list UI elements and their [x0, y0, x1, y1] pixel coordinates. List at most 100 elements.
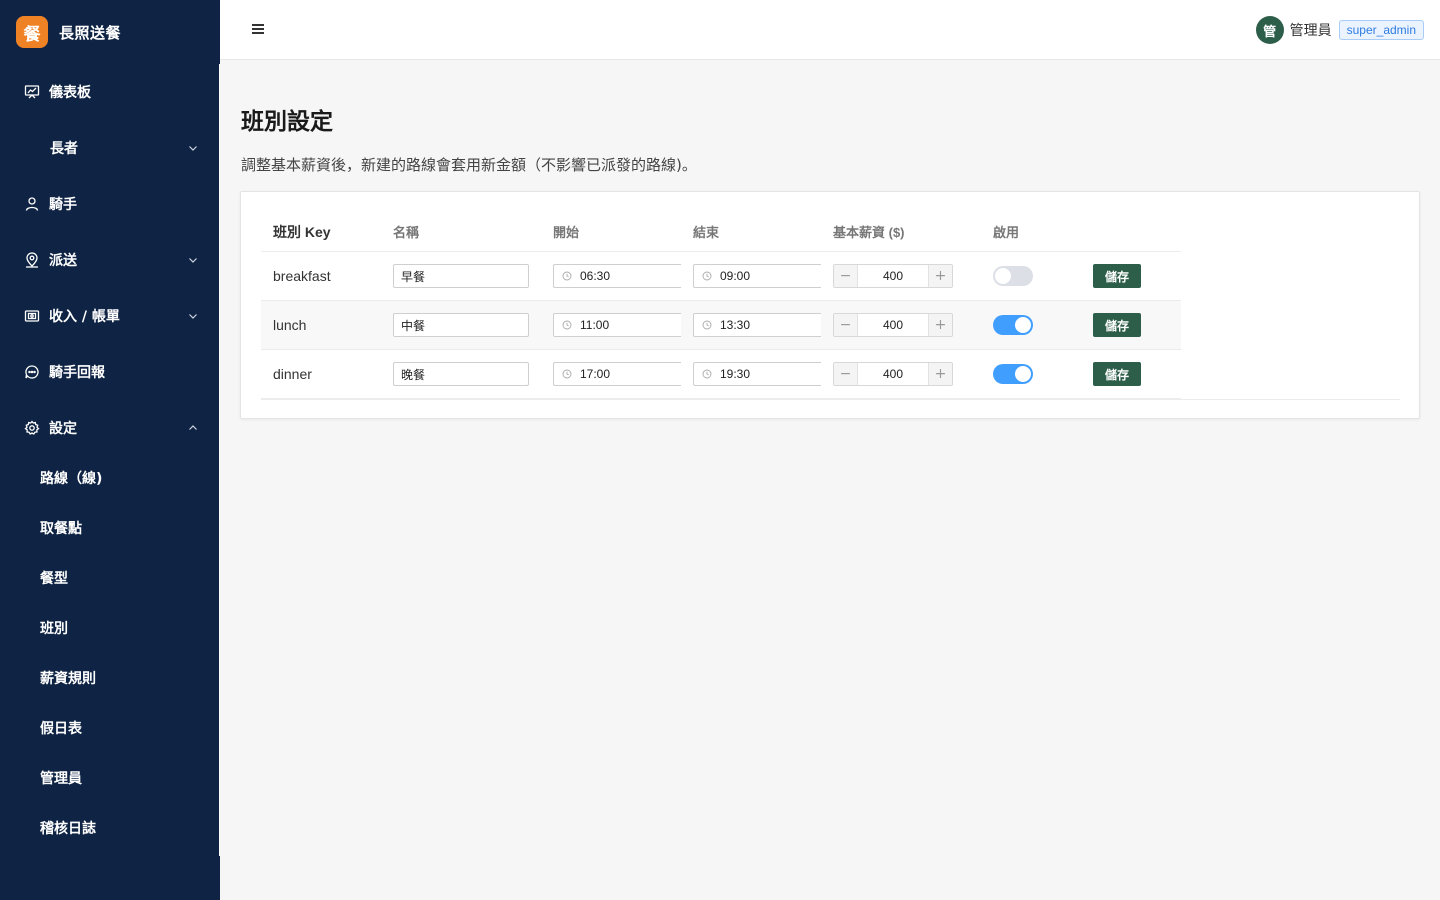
clock-icon [562, 320, 572, 330]
table-row: breakfast 早餐 06:30 09:00 − 400 + 儲存 [261, 252, 1181, 301]
shift-name-input[interactable]: 中餐 [393, 313, 529, 337]
wallet-icon [24, 308, 40, 324]
clock-icon [702, 369, 712, 379]
sidebar-subitem-meal-types[interactable]: 餐型 [0, 553, 220, 603]
sidebar-item-label: 儀表板 [49, 85, 91, 101]
table-row: lunch 中餐 11:00 13:30 − 400 + 儲存 [261, 301, 1181, 350]
sidebar-subitem-admins[interactable]: 管理員 [0, 753, 220, 803]
decrement-button[interactable]: − [834, 363, 858, 385]
save-button[interactable]: 儲存 [1093, 313, 1141, 337]
enabled-toggle[interactable] [993, 266, 1033, 286]
sidebar-item-label: 收入 / 帳單 [49, 309, 120, 325]
gear-icon [24, 420, 40, 436]
increment-button[interactable]: + [928, 265, 952, 287]
save-button[interactable]: 儲存 [1093, 362, 1141, 386]
wage-input[interactable]: 400 [858, 367, 928, 381]
sidebar-item-elders[interactable]: 長者 [0, 120, 220, 176]
role-badge: super_admin [1338, 20, 1424, 40]
end-time-value: 13:30 [720, 318, 751, 332]
brand-logo: 餐 [16, 16, 48, 48]
sidebar-item-label: 長者 [50, 141, 78, 157]
wage-stepper: − 400 + [833, 264, 953, 288]
chevron-down-icon [188, 143, 198, 153]
user-name: 管理員 [1289, 23, 1332, 39]
wage-input[interactable]: 400 [858, 269, 928, 283]
start-time-value: 11:00 [580, 318, 610, 332]
column-header-wage: 基本薪資 ($) [833, 225, 905, 240]
sidebar: 餐 長照送餐 儀表板 長者 騎手 派送 收入 / 帳單 騎手回報 設定 路線（線… [0, 0, 220, 900]
column-header-enabled: 啟用 [993, 225, 1020, 240]
clock-icon [702, 271, 712, 281]
start-time-picker[interactable]: 17:00 [553, 362, 681, 386]
column-header-key: 班別 Key [273, 223, 331, 240]
chevron-down-icon [188, 255, 198, 265]
end-time-value: 09:00 [720, 269, 751, 283]
wage-input[interactable]: 400 [858, 318, 928, 332]
sidebar-item-dashboard[interactable]: 儀表板 [0, 64, 220, 120]
avatar: 管 [1255, 16, 1284, 44]
sidebar-item-settings[interactable]: 設定 [0, 400, 220, 456]
sidebar-subitem-shifts[interactable]: 班別 [0, 603, 220, 653]
sidebar-item-dispatch[interactable]: 派送 [0, 232, 220, 288]
shift-key: dinner [273, 366, 312, 382]
end-time-picker[interactable]: 13:30 [693, 313, 821, 337]
app-name: 長照送餐 [59, 23, 122, 42]
save-button[interactable]: 儲存 [1093, 264, 1141, 288]
sidebar-item-rider-reports[interactable]: 騎手回報 [0, 344, 220, 400]
column-header-end: 結束 [693, 225, 720, 240]
sidebar-subitem-routes[interactable]: 路線（線) [0, 453, 220, 503]
user-menu[interactable]: 管 管理員 super_admin [1255, 16, 1424, 44]
start-time-value: 06:30 [580, 269, 611, 283]
decrement-button[interactable]: − [834, 314, 858, 336]
start-time-picker[interactable]: 11:00 [553, 313, 681, 337]
start-time-picker[interactable]: 06:30 [553, 264, 681, 288]
shift-table: 班別 Key 名稱 開始 結束 基本薪資 ($) 啟用 breakfast 早餐… [261, 212, 1400, 400]
menu-toggle-icon[interactable] [252, 24, 264, 36]
sidebar-subitem-holidays[interactable]: 假日表 [0, 703, 220, 753]
dashboard-icon [24, 84, 40, 100]
wage-stepper: − 400 + [833, 313, 953, 337]
sidebar-item-label: 派送 [49, 253, 77, 269]
start-time-value: 17:00 [580, 367, 611, 381]
map-pin-icon [24, 252, 40, 268]
enabled-toggle[interactable] [993, 315, 1033, 335]
top-header: 管 管理員 super_admin [220, 0, 1440, 60]
sidebar-subitem-audit-log[interactable]: 稽核日誌 [0, 803, 220, 853]
clock-icon [562, 271, 572, 281]
shift-key: lunch [273, 317, 307, 333]
increment-button[interactable]: + [928, 314, 952, 336]
end-time-value: 19:30 [720, 367, 751, 381]
chevron-down-icon [188, 311, 198, 321]
clock-icon [702, 320, 712, 330]
shift-key: breakfast [273, 268, 331, 284]
sidebar-item-riders[interactable]: 騎手 [0, 176, 220, 232]
column-header-name: 名稱 [393, 225, 420, 240]
user-icon [24, 196, 40, 212]
sidebar-item-billing[interactable]: 收入 / 帳單 [0, 288, 220, 344]
shift-table-card: 班別 Key 名稱 開始 結束 基本薪資 ($) 啟用 breakfast 早餐… [240, 191, 1420, 419]
table-row: dinner 晚餐 17:00 19:30 − 400 + 儲存 [261, 350, 1181, 399]
sidebar-item-label: 騎手 [49, 197, 77, 213]
increment-button[interactable]: + [928, 363, 952, 385]
page-title: 班別設定 [241, 109, 333, 135]
decrement-button[interactable]: − [834, 265, 858, 287]
sidebar-subitem-pickup-points[interactable]: 取餐點 [0, 503, 220, 553]
enabled-toggle[interactable] [993, 364, 1033, 384]
column-header-start: 開始 [553, 225, 580, 240]
end-time-picker[interactable]: 09:00 [693, 264, 821, 288]
sidebar-item-label: 設定 [49, 421, 77, 437]
sidebar-item-label: 騎手回報 [49, 365, 105, 381]
page-description: 調整基本薪資後，新建的路線會套用新金額（不影響已派發的路線)。 [241, 156, 697, 174]
shift-name-input[interactable]: 晚餐 [393, 362, 529, 386]
sidebar-subitem-wage-rules[interactable]: 薪資規則 [0, 653, 220, 703]
table-header: 班別 Key 名稱 開始 結束 基本薪資 ($) 啟用 [261, 212, 1181, 252]
chevron-up-icon [188, 423, 198, 433]
end-time-picker[interactable]: 19:30 [693, 362, 821, 386]
table-bottom-divider [261, 399, 1400, 400]
clock-icon [562, 369, 572, 379]
shift-name-input[interactable]: 早餐 [393, 264, 529, 288]
sidebar-divider [219, 64, 220, 856]
chat-icon [24, 364, 40, 380]
brand[interactable]: 餐 長照送餐 [0, 0, 220, 64]
wage-stepper: − 400 + [833, 362, 953, 386]
